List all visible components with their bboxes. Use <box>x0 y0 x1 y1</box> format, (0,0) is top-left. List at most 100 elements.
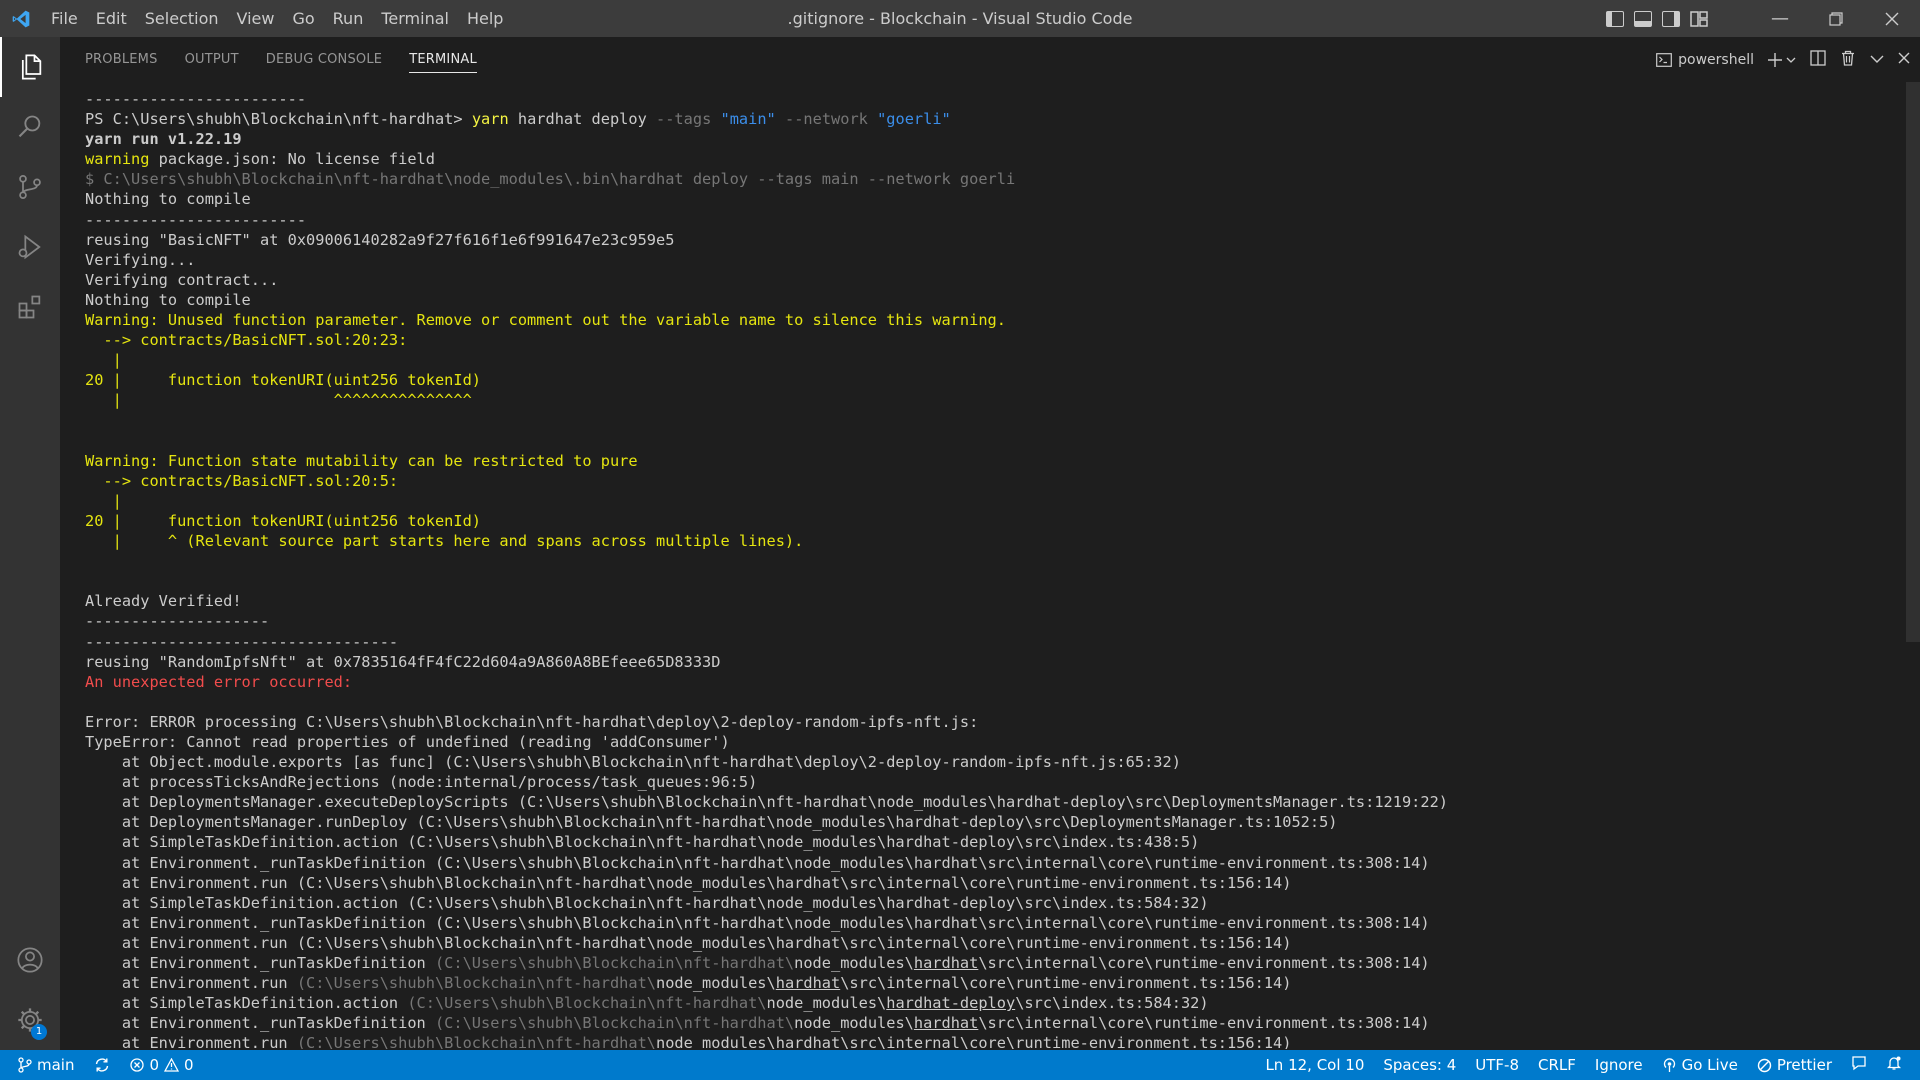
warning-icon <box>164 1058 180 1072</box>
terminal-line: at Object.module.exports [as func] (C:\U… <box>85 753 1181 772</box>
language-mode[interactable]: Ignore <box>1595 1056 1643 1074</box>
broadcast-icon <box>1663 1057 1675 1072</box>
terminal-line: at Environment.run (C:\Users\shubh\Block… <box>85 973 1905 993</box>
tab-problems[interactable]: PROBLEMS <box>85 37 158 82</box>
close-button[interactable] <box>1864 0 1920 37</box>
terminal-line: yarn run v1.22.19 <box>85 130 242 149</box>
terminal-segment: \src\internal\core\runtime-environment.t… <box>978 1014 1430 1033</box>
feedback-icon[interactable] <box>1851 1055 1867 1075</box>
terminal-line: An unexpected error occurred: <box>85 672 353 691</box>
go-live-label: Go Live <box>1681 1056 1738 1074</box>
go-live-button[interactable]: Go Live <box>1662 1056 1738 1074</box>
terminal-line: at DeploymentsManager.executeDeployScrip… <box>85 793 1449 812</box>
settings-badge: 1 <box>31 1024 47 1040</box>
tab-debug-console[interactable]: DEBUG CONSOLE <box>266 37 382 82</box>
terminal-segment: yarn <box>471 110 509 129</box>
terminal-segment: (C:\Users\shubh\Blockchain\nft-hardhat\ <box>407 994 767 1013</box>
terminal-line: 20 | function tokenURI(uint256 tokenId) <box>85 371 482 390</box>
sync-button[interactable] <box>94 1057 110 1073</box>
accounts-icon[interactable] <box>0 930 60 990</box>
source-control-icon[interactable] <box>0 157 60 217</box>
terminal-line: Nothing to compile <box>85 290 251 309</box>
scrollbar-thumb[interactable] <box>1906 82 1920 642</box>
terminal-segment: package.json: No license field <box>149 150 435 169</box>
terminal-line: --> contracts/BasicNFT.sol:20:23: <box>85 331 408 350</box>
toggle-primary-sidebar-icon[interactable] <box>1606 10 1624 27</box>
terminal-line: Error: ERROR processing C:\Users\shubh\B… <box>85 712 979 731</box>
prettier-label: Prettier <box>1776 1056 1832 1074</box>
terminal-line: ---------------------------------- <box>85 632 399 651</box>
terminal-segment: at Environment.run <box>85 974 297 993</box>
minimize-button[interactable]: — <box>1752 0 1808 37</box>
window-controls: — <box>1752 0 1920 37</box>
menu-view[interactable]: View <box>228 0 284 37</box>
chevron-down-icon <box>1786 57 1796 63</box>
search-icon[interactable] <box>0 97 60 157</box>
terminal-segment: (C:\Users\shubh\Blockchain\nft-hardhat\ <box>434 1014 795 1033</box>
notifications-bell-icon[interactable] <box>1886 1055 1902 1075</box>
tab-terminal[interactable]: TERMINAL <box>409 37 477 82</box>
terminal-segment: at Environment.run <box>85 1034 297 1049</box>
close-panel-icon[interactable] <box>1898 52 1910 68</box>
terminal-line: at Environment.run (C:\Users\shubh\Block… <box>85 933 1292 952</box>
branch-status[interactable]: main <box>18 1056 74 1074</box>
menu-file[interactable]: File <box>42 0 87 37</box>
prettier-status[interactable]: Prettier <box>1757 1056 1832 1074</box>
new-terminal-button[interactable] <box>1768 52 1796 67</box>
restore-button[interactable] <box>1808 0 1864 37</box>
terminal-line: Warning: Function state mutability can b… <box>85 451 638 470</box>
activity-bar-bottom: 1 <box>0 930 60 1050</box>
menu-help[interactable]: Help <box>458 0 512 37</box>
terminal-segment <box>868 110 877 128</box>
maximize-panel-icon[interactable] <box>1870 52 1884 68</box>
terminal-segment: hardhat <box>913 954 979 973</box>
encoding[interactable]: UTF-8 <box>1475 1056 1519 1074</box>
run-and-debug-icon[interactable] <box>0 217 60 277</box>
menu-go[interactable]: Go <box>283 0 323 37</box>
terminal-output[interactable]: ------------------------ PS C:\Users\shub… <box>85 89 1905 1049</box>
customize-layout-icon[interactable] <box>1690 10 1708 27</box>
terminal-segment: warning <box>85 150 150 169</box>
terminal-line: $ C:\Users\shubh\Blockchain\nft-hardhat\… <box>85 170 1016 189</box>
terminal-line: warning package.json: No license field <box>85 149 1905 169</box>
terminal-profile[interactable]: powershell <box>1656 52 1754 68</box>
terminal-segment: node_modules\ <box>656 1034 776 1049</box>
split-terminal-icon[interactable] <box>1810 49 1826 70</box>
terminal-segment: "main" <box>720 110 776 129</box>
title-bar: File Edit Selection View Go Run Terminal… <box>0 0 1920 37</box>
panel: PROBLEMS OUTPUT DEBUG CONSOLE TERMINAL p… <box>60 37 1920 1050</box>
toggle-secondary-sidebar-icon[interactable] <box>1662 10 1680 27</box>
terminal-line: TypeError: Cannot read properties of und… <box>85 733 730 751</box>
panel-toolbar: powershell <box>1656 37 1910 82</box>
terminal-segment: node_modules\ <box>656 974 776 993</box>
menu-terminal[interactable]: Terminal <box>372 0 458 37</box>
extensions-icon[interactable] <box>0 277 60 337</box>
menu-selection[interactable]: Selection <box>136 0 228 37</box>
error-icon <box>130 1058 145 1072</box>
terminal-line: | ^ (Relevant source part starts here an… <box>85 532 804 551</box>
terminal-scrollbar[interactable] <box>1906 82 1920 1050</box>
activity-bar: 1 <box>0 37 60 1050</box>
toggle-panel-icon[interactable] <box>1634 10 1652 27</box>
terminal-line: | ^^^^^^^^^^^^^^^ <box>85 391 472 410</box>
terminal-line: Nothing to compile <box>85 190 251 209</box>
status-left: main 0 0 <box>18 1050 194 1080</box>
menu-edit[interactable]: Edit <box>87 0 136 37</box>
manage-gear-icon[interactable]: 1 <box>0 990 60 1050</box>
terminal-line: PS C:\Users\shubh\Blockchain\nft-hardhat… <box>85 109 1905 129</box>
explorer-icon[interactable] <box>0 37 60 97</box>
cursor-position[interactable]: Ln 12, Col 10 <box>1265 1056 1364 1074</box>
terminal-segment: hardhat <box>775 974 841 993</box>
indentation[interactable]: Spaces: 4 <box>1383 1056 1456 1074</box>
terminal-line: at DeploymentsManager.runDeploy (C:\User… <box>85 813 1338 832</box>
kill-terminal-icon[interactable] <box>1840 50 1856 70</box>
terminal-segment: node_modules\ <box>794 1014 914 1033</box>
terminal-line: -------------------- <box>85 612 270 631</box>
error-count: 0 <box>149 1056 160 1074</box>
menu-run[interactable]: Run <box>324 0 373 37</box>
problems-status[interactable]: 0 0 <box>130 1056 194 1074</box>
tab-output[interactable]: OUTPUT <box>185 37 239 82</box>
end-of-line[interactable]: CRLF <box>1538 1056 1576 1074</box>
